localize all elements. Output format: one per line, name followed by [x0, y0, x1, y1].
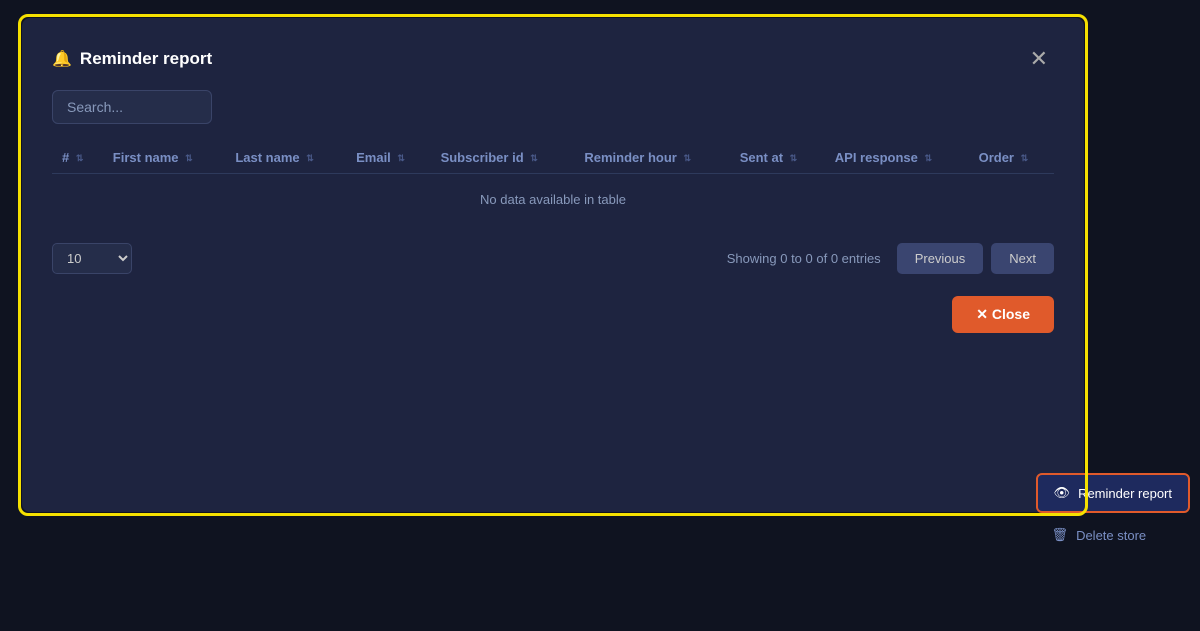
- reminder-report-table: # ⇅ First name ⇅ Last name ⇅ Email ⇅: [52, 142, 1054, 225]
- search-input[interactable]: [52, 90, 212, 124]
- reminder-report-modal: 🔔 Reminder report ✕ # ⇅ First name ⇅: [22, 18, 1084, 512]
- bell-icon: 🔔: [52, 49, 72, 69]
- modal-actions: ✕ Close: [52, 296, 1054, 333]
- pagination-buttons: Previous Next: [897, 243, 1054, 274]
- reminder-report-button[interactable]: 👁 Reminder report: [1036, 473, 1190, 513]
- sort-icon-first-name[interactable]: ⇅: [185, 153, 193, 164]
- col-api-response: API response ⇅: [825, 142, 969, 174]
- col-reminder-hour: Reminder hour ⇅: [574, 142, 729, 174]
- top-nav-bar: [0, 0, 1200, 14]
- entries-info: Showing 0 to 0 of 0 entries: [727, 251, 881, 266]
- col-sent-at: Sent at ⇅: [730, 142, 825, 174]
- col-num: # ⇅: [52, 142, 103, 174]
- data-table-wrapper: # ⇅ First name ⇅ Last name ⇅ Email ⇅: [52, 142, 1054, 225]
- sort-icon-api-response[interactable]: ⇅: [924, 153, 932, 164]
- col-last-name: Last name ⇅: [225, 142, 346, 174]
- no-data-message: No data available in table: [52, 174, 1054, 226]
- bottom-right-panel: 👁 Reminder report 🗑 Delete store: [1036, 473, 1190, 551]
- modal-header: 🔔 Reminder report ✕: [52, 46, 1054, 72]
- col-subscriber-id: Subscriber id ⇅: [431, 142, 575, 174]
- modal-close-x-button[interactable]: ✕: [1024, 46, 1054, 72]
- col-first-name: First name ⇅: [103, 142, 226, 174]
- sort-icon-subscriber-id[interactable]: ⇅: [530, 153, 538, 164]
- delete-store-label: Delete store: [1076, 528, 1146, 543]
- sort-icon-reminder-hour[interactable]: ⇅: [683, 153, 691, 164]
- page-size-select[interactable]: 10 25 50 100: [52, 243, 132, 274]
- previous-button[interactable]: Previous: [897, 243, 984, 274]
- search-container: [52, 90, 1054, 124]
- table-header-row: # ⇅ First name ⇅ Last name ⇅ Email ⇅: [52, 142, 1054, 174]
- next-button[interactable]: Next: [991, 243, 1054, 274]
- col-order: Order ⇅: [969, 142, 1054, 174]
- modal-title-text: Reminder report: [80, 49, 212, 69]
- table-body: No data available in table: [52, 174, 1054, 226]
- sort-icon-last-name[interactable]: ⇅: [306, 153, 314, 164]
- table-header: # ⇅ First name ⇅ Last name ⇅ Email ⇅: [52, 142, 1054, 174]
- close-button[interactable]: ✕ Close: [952, 296, 1054, 333]
- table-footer: 10 25 50 100 Showing 0 to 0 of 0 entries…: [52, 243, 1054, 274]
- no-data-row: No data available in table: [52, 174, 1054, 226]
- eye-icon: 👁: [1054, 485, 1071, 501]
- reminder-report-label: Reminder report: [1078, 486, 1172, 501]
- sort-icon-sent-at[interactable]: ⇅: [790, 153, 798, 164]
- delete-store-button[interactable]: 🗑 Delete store: [1036, 519, 1190, 551]
- sort-icon-email[interactable]: ⇅: [397, 153, 405, 164]
- col-email: Email ⇅: [346, 142, 430, 174]
- modal-title: 🔔 Reminder report: [52, 49, 212, 69]
- sort-icon-num[interactable]: ⇅: [76, 153, 84, 164]
- sort-icon-order[interactable]: ⇅: [1021, 153, 1029, 164]
- trash-icon: 🗑: [1052, 527, 1069, 543]
